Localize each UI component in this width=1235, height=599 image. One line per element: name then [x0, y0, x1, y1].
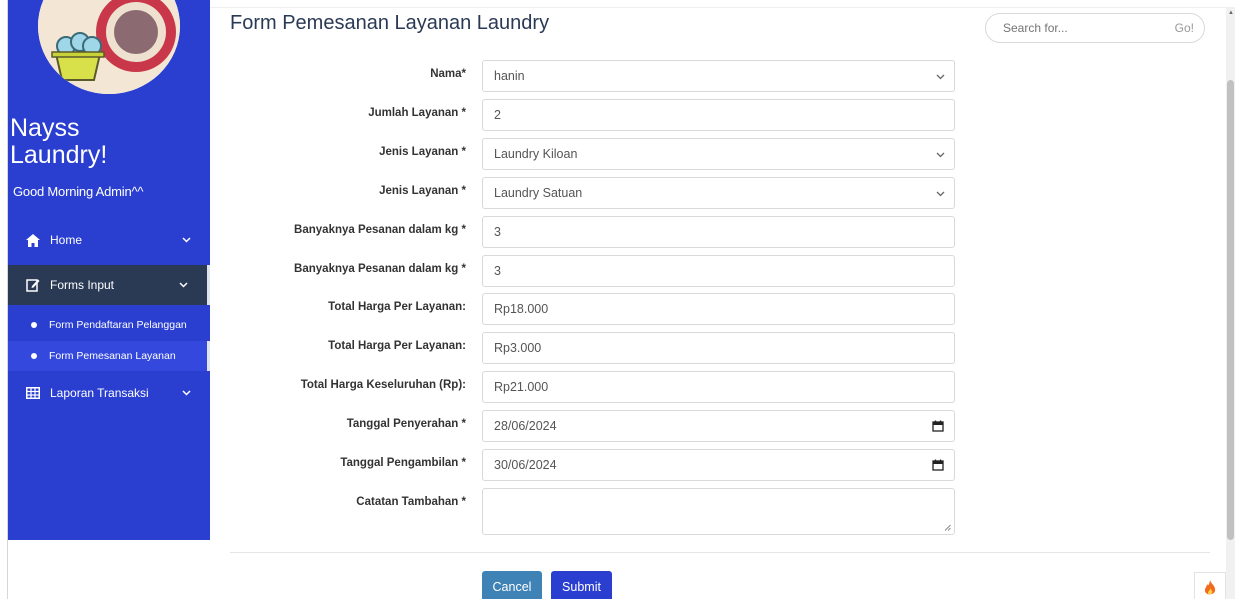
form-row-penyerahan: Tanggal Penyerahan * 28/06/2024 — [230, 410, 960, 442]
form-row-kg-2: Banyaknya Pesanan dalam kg * 3 — [230, 255, 960, 287]
submit-button[interactable]: Submit — [551, 571, 612, 599]
laundry-logo — [38, 0, 180, 94]
field-label: Jumlah Layanan * — [368, 107, 466, 119]
field-label: Banyaknya Pesanan dalam kg * — [294, 224, 466, 236]
sidebar-subitem-form-pendaftaran[interactable]: Form Pendaftaran Pelanggan — [8, 310, 207, 340]
form-row-jumlah: Jumlah Layanan * 2 — [230, 99, 960, 131]
sidebar-item-label: Forms Input — [50, 278, 115, 292]
form-row-kg-1: Banyaknya Pesanan dalam kg * 3 — [230, 216, 960, 248]
search-go-button[interactable]: Go! — [1175, 21, 1194, 35]
harga-1-value: Rp18.000 — [494, 302, 549, 316]
banyak-pesanan-kg-input-2[interactable]: 3 — [482, 255, 955, 287]
jumlah-layanan-input[interactable]: 2 — [482, 99, 955, 131]
scroll-up-arrow-icon[interactable]: ▲ — [1228, 10, 1234, 16]
calendar-icon[interactable] — [932, 459, 944, 471]
field-label: Tanggal Penyerahan * — [346, 418, 466, 430]
form-row-total: Total Harga Keseluruhan (Rp): Rp21.000 — [230, 371, 960, 403]
kg-2-value: 3 — [494, 264, 501, 278]
home-icon — [26, 233, 40, 247]
catatan-tambahan-textarea[interactable] — [482, 488, 955, 535]
form-row-nama: Nama* hanin — [230, 60, 960, 92]
table-icon — [26, 386, 40, 400]
nama-select[interactable]: hanin — [482, 60, 955, 92]
form-row-catatan: Catatan Tambahan * — [230, 488, 960, 536]
chevron-down-icon — [177, 280, 189, 291]
sidebar-item-laporan-transaksi[interactable]: Laporan Transaksi — [8, 373, 210, 413]
total-harga-layanan-input-1[interactable]: Rp18.000 — [482, 293, 955, 325]
chevron-down-icon — [936, 152, 945, 158]
field-label: Catatan Tambahan * — [356, 496, 466, 508]
search-input[interactable] — [1003, 21, 1153, 35]
form-row-pengambilan: Tanggal Pengambilan * 30/06/2024 — [230, 449, 960, 481]
chevron-down-icon — [180, 388, 192, 399]
total-value: Rp21.000 — [494, 380, 549, 394]
sidebar-subitem-form-pemesanan[interactable]: Form Pemesanan Layanan — [8, 341, 210, 371]
field-label: Nama* — [430, 68, 466, 80]
tanggal-pengambilan-input[interactable]: 30/06/2024 — [482, 449, 955, 481]
jenis-2-value: Laundry Satuan — [494, 186, 583, 200]
jenis-layanan-select-1[interactable]: Laundry Kiloan — [482, 138, 955, 170]
bullet-icon — [31, 322, 37, 328]
chevron-down-icon — [936, 74, 945, 80]
field-label: Total Harga Per Layanan: — [328, 340, 466, 352]
brand-title: Nayss Laundry! — [10, 115, 107, 169]
banyak-pesanan-kg-input-1[interactable]: 3 — [482, 216, 955, 248]
jenis-layanan-select-2[interactable]: Laundry Satuan — [482, 177, 955, 209]
field-label: Total Harga Per Layanan: — [328, 301, 466, 313]
jenis-1-value: Laundry Kiloan — [494, 147, 578, 161]
sidebar-item-home[interactable]: Home — [8, 220, 210, 260]
field-label: Jenis Layanan * — [379, 146, 466, 158]
field-label: Total Harga Keseluruhan (Rp): — [300, 379, 466, 391]
edit-icon — [26, 278, 40, 292]
nama-value: hanin — [494, 69, 525, 83]
form-row-jenis-2: Jenis Layanan * Laundry Satuan — [230, 177, 960, 209]
scrollbar-thumb[interactable] — [1227, 80, 1234, 540]
total-harga-layanan-input-2[interactable]: Rp3.000 — [482, 332, 955, 364]
field-label: Banyaknya Pesanan dalam kg * — [294, 263, 466, 275]
sidebar-item-label: Home — [50, 233, 83, 247]
kg-1-value: 3 — [494, 225, 501, 239]
harga-2-value: Rp3.000 — [494, 341, 542, 355]
form-row-jenis-1: Jenis Layanan * Laundry Kiloan — [230, 138, 960, 170]
tanggal-penyerahan-input[interactable]: 28/06/2024 — [482, 410, 955, 442]
page-title: Form Pemesanan Layanan Laundry — [230, 12, 550, 34]
brand-line-1: Nayss — [10, 114, 80, 142]
resize-handle-icon[interactable] — [944, 524, 951, 531]
top-border — [210, 7, 1235, 8]
chevron-down-icon — [180, 235, 192, 246]
field-label: Tanggal Pengambilan * — [340, 457, 466, 469]
sidebar: Nayss Laundry! Good Morning Admin^^ Home… — [8, 0, 210, 540]
cancel-button[interactable]: Cancel — [482, 571, 542, 599]
form-row-harga-2: Total Harga Per Layanan: Rp3.000 — [230, 332, 960, 364]
sidebar-item-forms-input[interactable]: Forms Input — [8, 265, 210, 305]
calendar-icon[interactable] — [932, 420, 944, 432]
fire-icon[interactable] — [1194, 572, 1226, 599]
form-divider — [230, 552, 1210, 553]
greeting: Good Morning Admin^^ — [13, 184, 144, 199]
sidebar-item-label: Laporan Transaksi — [50, 386, 149, 400]
brand-line-2: Laundry! — [10, 141, 108, 169]
sidebar-subitem-label: Form Pemesanan Layanan — [49, 350, 176, 362]
total-harga-keseluruhan-input[interactable]: Rp21.000 — [482, 371, 955, 403]
form-row-harga-1: Total Harga Per Layanan: Rp18.000 — [230, 293, 960, 325]
sidebar-subitem-label: Form Pendaftaran Pelanggan — [49, 319, 187, 331]
penyerahan-value: 28/06/2024 — [494, 419, 557, 433]
search-bar: Go! — [985, 13, 1205, 43]
bullet-icon — [31, 353, 37, 359]
field-label: Jenis Layanan * — [379, 185, 466, 197]
chevron-down-icon — [936, 191, 945, 197]
jumlah-value: 2 — [494, 108, 501, 122]
pengambilan-value: 30/06/2024 — [494, 458, 557, 472]
